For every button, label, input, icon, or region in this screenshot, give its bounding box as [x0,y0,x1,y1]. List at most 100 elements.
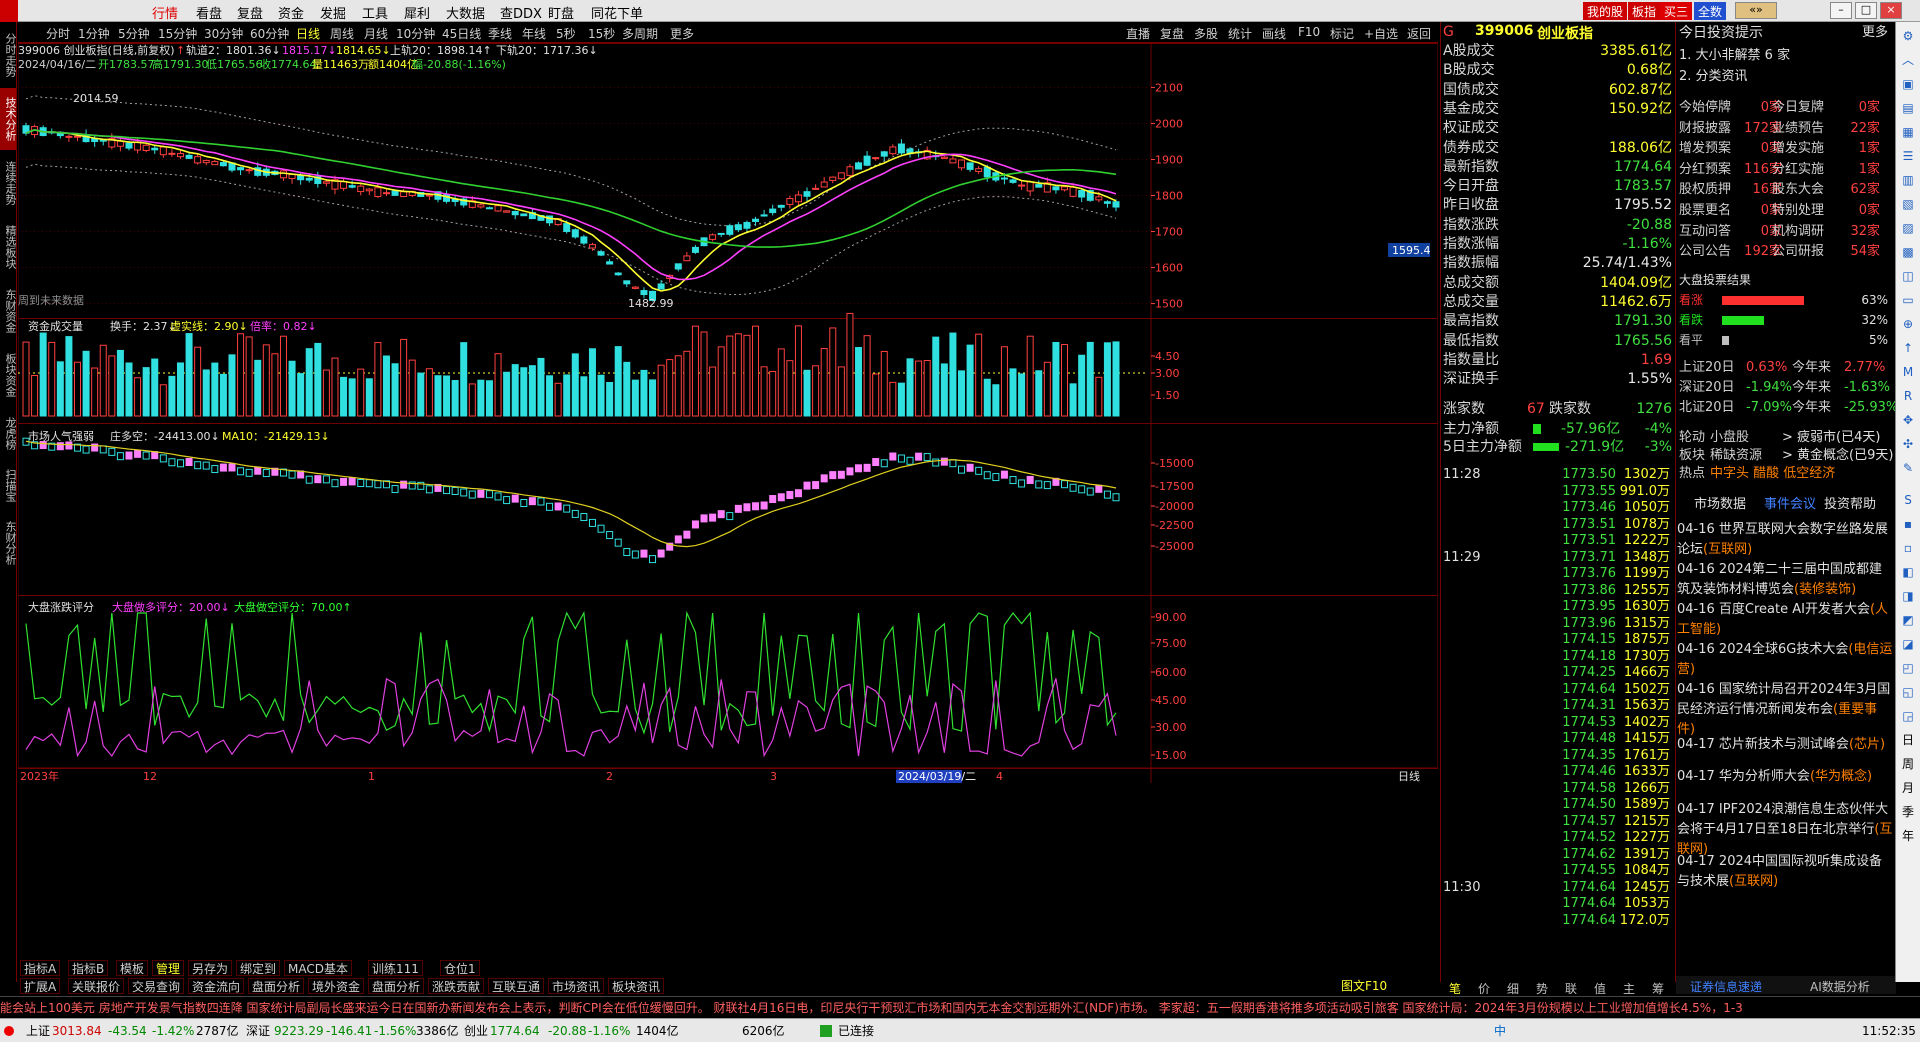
menu-kanpan[interactable]: 看盘 [196,3,222,22]
menu-bigdata[interactable]: 大数据 [446,3,485,22]
chart-icon[interactable]: ▧ [1900,196,1916,212]
quote-tab[interactable]: 细 [1507,980,1519,997]
flag-icon[interactable]: ◲ [1900,708,1916,724]
tips-more-link[interactable]: 更多 [1862,23,1888,43]
news-item[interactable]: 04-16 国家统计局召开2024年3月国民经济运行情况新闻发布会(重要事件) [1677,680,1894,740]
window-icon[interactable]: ▣ [1900,76,1916,92]
ltab-scan[interactable]: 扫描宝 [0,460,17,510]
period-multi[interactable]: 多周期 [622,25,658,42]
tool-draw[interactable]: 画线 [1262,25,1286,42]
info-tab[interactable]: 交易查询 [128,978,185,994]
ltab-dragon[interactable]: 龙虎榜 [0,408,17,458]
rsi-icon[interactable]: R [1900,388,1916,404]
period-30min[interactable]: 30分钟 [204,25,243,42]
clip-icon[interactable]: ◩ [1900,612,1916,628]
ltab-tech[interactable]: 技术分析 [0,88,17,150]
menu-ddx[interactable]: 查DDX [500,3,542,22]
info-tab[interactable]: 扩展A [20,978,61,994]
ind-tab[interactable]: 另存为 [188,960,233,976]
info-tab[interactable]: 市场资讯 [548,978,605,994]
year-icon[interactable]: 年 [1900,828,1916,844]
grid-icon[interactable]: ▦ [1900,124,1916,140]
info-icon[interactable]: ◨ [1900,588,1916,604]
tool-stats[interactable]: 统计 [1228,25,1252,42]
quote-tab[interactable]: 势 [1536,980,1548,997]
news-item[interactable]: 04-16 2024全球6G技术大会(电信运营) [1677,640,1894,680]
period-15min[interactable]: 15分钟 [158,25,197,42]
chart-area[interactable]: 2100 2000 1900 1800 1700 1600 1500 4.50 3.00 1.50… [17,43,1439,953]
period-5min[interactable]: 5分钟 [118,25,150,42]
info-tab[interactable]: 盘面分析 [368,978,425,994]
tool-replay[interactable]: 复盘 [1160,25,1184,42]
tips-item-2[interactable]: 2. 分类资讯 [1676,67,1896,87]
ind-tab[interactable]: MACD基本 [284,960,352,976]
ind-tab[interactable]: 指标B [68,960,109,976]
ltab-continuous[interactable]: 连续走势 [0,152,17,214]
calc-icon[interactable]: ▪ [1900,516,1916,532]
tool-add-watch[interactable]: +自选 [1364,25,1398,42]
period-season[interactable]: 季线 [488,25,512,42]
hot-row[interactable]: 轮动 小盘股 > 疲弱市(已4天) [1676,428,1896,448]
menu-zijin[interactable]: 资金 [278,3,304,22]
quarter-icon[interactable]: 季 [1900,804,1916,820]
period-15s[interactable]: 15秒 [588,25,615,42]
buy3-button[interactable]: 买三 [1660,2,1693,20]
quote-tab[interactable]: 联 [1565,980,1577,997]
period-day[interactable]: 日线 [296,25,320,42]
split-icon[interactable]: ▩ [1900,244,1916,260]
menu-fajue[interactable]: 发掘 [320,3,346,22]
table-icon[interactable]: ▥ [1900,172,1916,188]
ltab-fenshi[interactable]: 分时走势 [0,24,17,86]
quote-tab[interactable]: 主 [1623,980,1635,997]
menu-trade[interactable]: 同花下单 [591,3,643,22]
tab-events[interactable]: 事件会议 [1764,495,1816,515]
mark-icon[interactable]: ◪ [1900,636,1916,652]
bell-icon[interactable]: ◰ [1900,660,1916,676]
list-icon[interactable]: ☰ [1900,148,1916,164]
note-icon[interactable]: ◧ [1900,564,1916,580]
info-tab[interactable]: 互联互通 [488,978,545,994]
period-month[interactable]: 月线 [364,25,388,42]
news-item[interactable]: 04-17 芯片新技术与测试峰会(芯片) [1677,735,1894,755]
menu-gongju[interactable]: 工具 [362,3,388,22]
maximize-icon[interactable]: □ [1855,2,1877,19]
tab-market-data[interactable]: 市场数据 [1694,495,1746,515]
panel-icon[interactable]: ▨ [1900,220,1916,236]
tool-mark[interactable]: 标记 [1330,25,1354,42]
ltab-capital[interactable]: 东财资金 [0,280,17,342]
tool-f10[interactable]: F10 [1298,25,1320,39]
ltab-board-capital[interactable]: 板块资金 [0,344,17,406]
menu-hangqing[interactable]: 行情 [152,3,178,22]
menu-fupan[interactable]: 复盘 [237,3,263,22]
menu-xili[interactable]: 犀利 [404,3,430,22]
pen-icon[interactable]: ✎ [1900,460,1916,476]
news-ticker[interactable]: 能会站上100美元 房地产开发景气指数四连降 国家统计局副局长盛来运今日在国新办… [0,996,1920,1018]
period-45day[interactable]: 45日线 [442,25,481,42]
chevron-up-icon[interactable]: ︿ [1900,52,1916,68]
settings-icon[interactable]: ⚙ [1900,28,1916,44]
ind-tab[interactable]: 仓位1 [440,960,480,976]
frame-icon[interactable]: ▭ [1900,292,1916,308]
month-icon[interactable]: 月 [1900,780,1916,796]
quote-tab[interactable]: 值 [1594,980,1606,997]
ind-tab[interactable]: 模板 [116,960,149,976]
minimize-icon[interactable]: – [1830,2,1852,19]
quote-tab[interactable]: 笔 [1449,980,1461,997]
tab-help[interactable]: 投资帮助 [1824,495,1876,515]
tool-live[interactable]: 直播 [1126,25,1150,42]
news-item[interactable]: 04-16 2024第二十三届中国成都建筑及装饰材料博览会(装修装饰) [1677,560,1894,600]
period-60min[interactable]: 60分钟 [250,25,289,42]
tool-multistock[interactable]: 多股 [1194,25,1218,42]
news-item[interactable]: 04-16 百度Create AI开发者大会(人工智能) [1677,600,1894,640]
close-icon[interactable]: × [1880,2,1902,19]
ime-indicator[interactable]: 中 [1494,1019,1506,1042]
period-5s[interactable]: 5秒 [556,25,576,42]
period-week[interactable]: 周线 [330,25,354,42]
info-tab[interactable]: 资金流向 [188,978,245,994]
quote-tab[interactable]: 价 [1478,980,1490,997]
period-fenshi[interactable]: 分时 [46,25,70,42]
move-icon[interactable]: ✣ [1900,436,1916,452]
full-data-button[interactable]: 全数 [1694,2,1727,20]
star-icon[interactable]: ◱ [1900,684,1916,700]
tips-item-1[interactable]: 1. 大小非解禁 6 家 [1676,46,1896,66]
